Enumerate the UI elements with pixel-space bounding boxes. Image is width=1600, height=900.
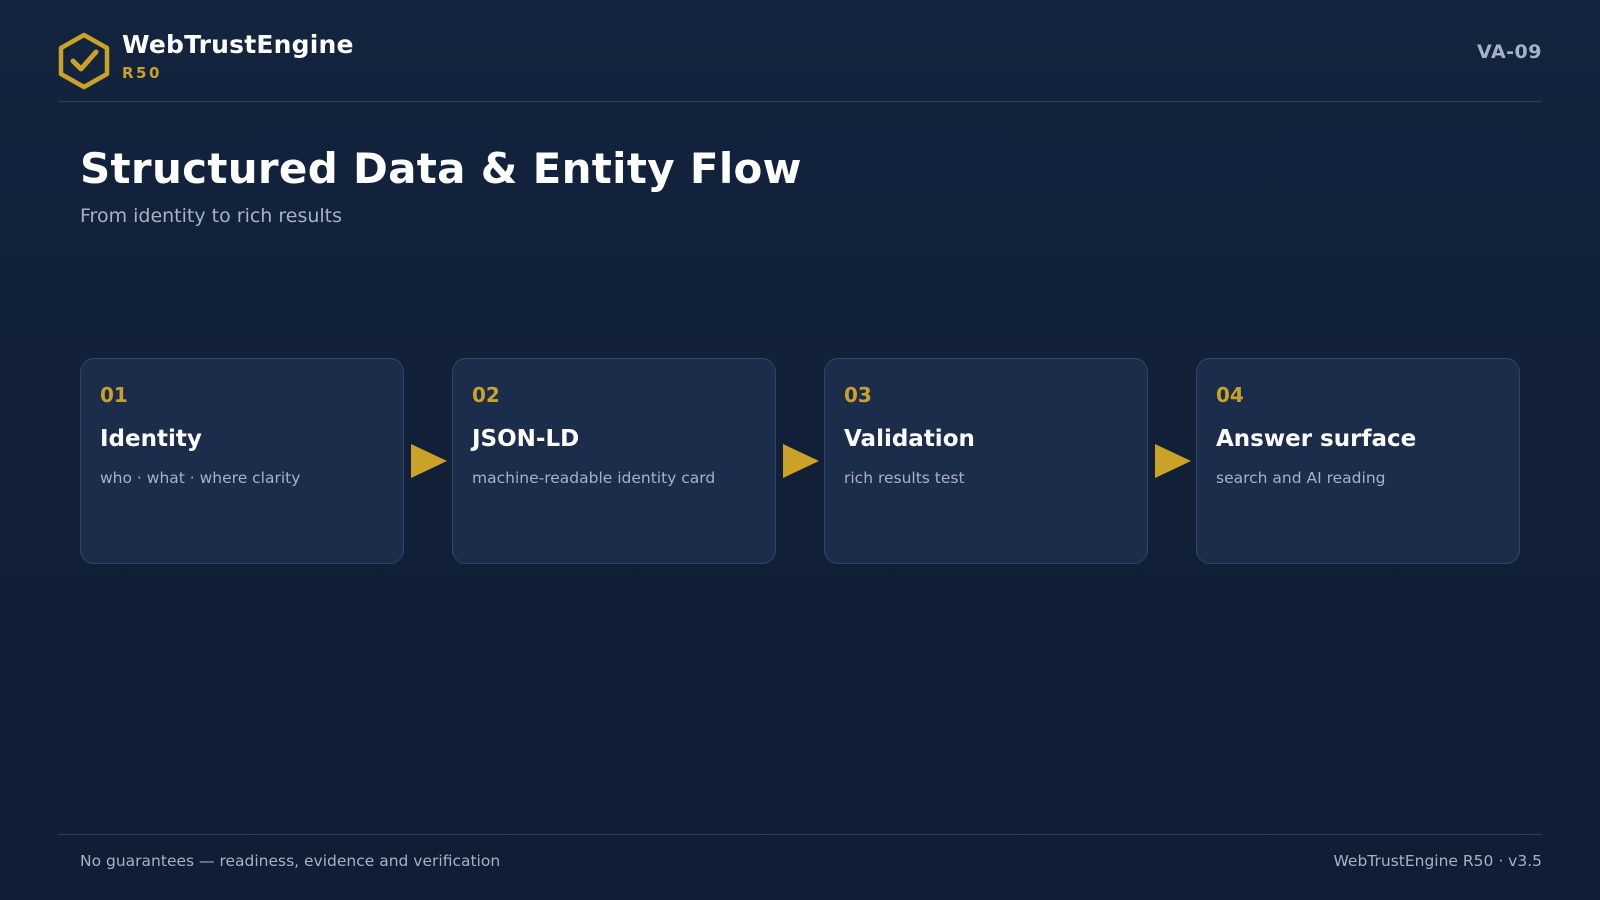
step-title: JSON-LD (472, 426, 580, 452)
flow-step-identity: 01 Identity who · what · where clarity (80, 358, 404, 564)
footer-disclaimer: No guarantees — readiness, evidence and … (80, 852, 501, 870)
step-title: Answer surface (1216, 426, 1417, 452)
footer-version: WebTrustEngine R50 · v3.5 (1333, 852, 1542, 870)
footer-divider (58, 834, 1542, 835)
header-divider (58, 101, 1542, 102)
arrow-right-icon (1155, 444, 1191, 478)
page-subtitle: From identity to rich results (80, 205, 343, 227)
brand-name: WebTrustEngine (122, 30, 354, 59)
step-description: rich results test (844, 469, 965, 487)
brand-release: R50 (122, 64, 162, 82)
hexagon-check-icon (58, 32, 110, 90)
step-number: 03 (844, 383, 872, 407)
flow-step-json-ld: 02 JSON-LD machine-readable identity car… (452, 358, 776, 564)
step-number: 04 (1216, 383, 1244, 407)
arrow-right-icon (411, 444, 447, 478)
arrow-right-icon (783, 444, 819, 478)
page-title: Structured Data & Entity Flow (80, 144, 802, 193)
step-title: Identity (100, 426, 202, 452)
doc-code: VA-09 (1477, 41, 1542, 63)
step-description: machine-readable identity card (472, 469, 716, 487)
flow-step-answer-surface: 04 Answer surface search and AI reading (1196, 358, 1520, 564)
step-number: 02 (472, 383, 500, 407)
page-header: WebTrustEngine R50 VA-09 (58, 30, 1542, 100)
step-number: 01 (100, 383, 128, 407)
step-description: who · what · where clarity (100, 469, 301, 487)
entity-flow-diagram: 01 Identity who · what · where clarity 0… (80, 358, 1520, 568)
flow-step-validation: 03 Validation rich results test (824, 358, 1148, 564)
step-description: search and AI reading (1216, 469, 1386, 487)
step-title: Validation (844, 426, 975, 452)
